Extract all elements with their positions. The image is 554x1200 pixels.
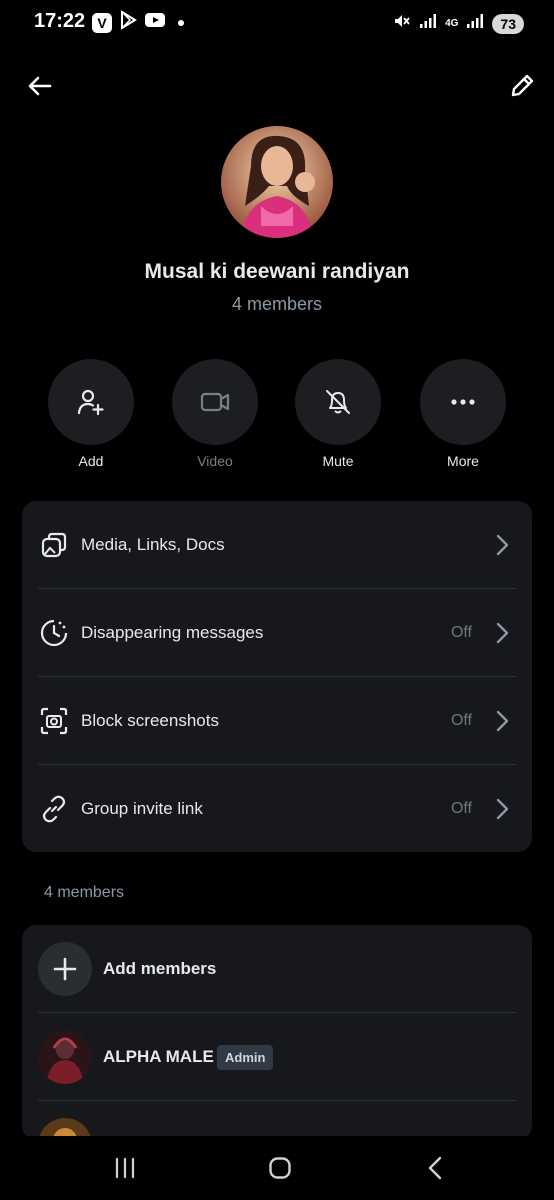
edit-button[interactable]	[504, 68, 540, 104]
chevron-right-icon	[492, 622, 512, 644]
add-action-circle[interactable]	[48, 359, 134, 445]
mute-icon	[393, 12, 411, 35]
add-action-button[interactable]: Add	[48, 359, 134, 469]
system-nav-bar	[0, 1136, 554, 1200]
screenshot-camera-icon	[38, 705, 70, 737]
row-value: Off	[450, 624, 472, 641]
member-row[interactable]: ALPHA MALE Admin	[22, 1013, 532, 1101]
plus-icon	[53, 957, 77, 981]
group-invite-link-row[interactable]: Group invite link Off	[22, 765, 532, 853]
member-avatar	[38, 1030, 92, 1084]
back-button[interactable]	[22, 68, 58, 104]
signal-icon	[419, 13, 437, 34]
add-members-row[interactable]: Add members	[22, 925, 532, 1013]
youtube-icon	[144, 11, 166, 34]
recent-apps-button[interactable]	[105, 1152, 145, 1184]
back-chevron-icon	[428, 1156, 442, 1180]
action-label: More	[447, 453, 479, 469]
row-label: Block screenshots	[81, 711, 219, 730]
chevron-right-icon	[492, 710, 512, 732]
action-label: Add	[78, 453, 104, 469]
video-action-circle[interactable]	[172, 359, 258, 445]
add-members-circle	[38, 942, 92, 996]
action-label: Mute	[322, 453, 354, 469]
4g-icon: 4G	[445, 17, 459, 29]
bell-off-icon	[326, 390, 350, 414]
recent-apps-icon	[115, 1157, 135, 1179]
signal-icon	[466, 13, 484, 34]
row-label: Disappearing messages	[81, 623, 264, 642]
battery-indicator: 73	[492, 13, 524, 34]
home-icon	[269, 1157, 291, 1179]
row-label: Group invite link	[81, 799, 203, 818]
more-action-button[interactable]: More	[420, 359, 506, 469]
mute-action-circle[interactable]	[295, 359, 381, 445]
more-dots-icon	[451, 399, 475, 405]
members-card: Add members ALPHA MALE Admin	[22, 925, 532, 1140]
play-store-icon	[118, 10, 138, 35]
video-action-button[interactable]: Video	[172, 359, 258, 469]
group-avatar[interactable]	[221, 126, 333, 238]
status-time: 17:22	[34, 10, 86, 32]
chevron-right-icon	[492, 534, 512, 556]
chevron-right-icon	[492, 798, 512, 820]
back-arrow-icon	[28, 76, 52, 96]
mute-action-button[interactable]: Mute	[295, 359, 381, 469]
member-name: ALPHA MALE	[103, 1047, 214, 1066]
add-person-icon	[77, 389, 104, 416]
settings-card: Media, Links, Docs Disappearing messages…	[22, 501, 532, 852]
status-left-icons: V	[92, 10, 184, 35]
disappearing-messages-row[interactable]: Disappearing messages Off	[22, 589, 532, 677]
row-value: Off	[450, 712, 472, 729]
group-member-count: 4 members	[231, 294, 323, 314]
block-screenshots-row[interactable]: Block screenshots Off	[22, 677, 532, 765]
media-stack-icon	[38, 529, 70, 561]
status-bar: 17:22 V 4G 73	[0, 0, 554, 44]
group-title: Musal ki deewani randiyan	[144, 260, 410, 283]
timer-icon	[38, 617, 70, 649]
back-nav-button[interactable]	[415, 1152, 455, 1184]
link-icon	[38, 793, 70, 825]
home-button[interactable]	[260, 1152, 300, 1184]
members-heading: 4 members	[44, 884, 125, 901]
media-links-docs-row[interactable]: Media, Links, Docs	[22, 501, 532, 589]
pencil-icon	[511, 74, 534, 97]
member-row-partial[interactable]	[22, 1101, 532, 1140]
admin-badge: Admin	[217, 1044, 274, 1070]
status-right-icons: 4G 73	[393, 12, 524, 35]
v-app-icon: V	[92, 12, 112, 33]
action-label: Video	[197, 453, 233, 469]
row-label: Media, Links, Docs	[81, 535, 225, 554]
action-row: Add Video Mute More	[48, 359, 506, 471]
more-action-circle[interactable]	[420, 359, 506, 445]
notification-dot	[178, 19, 184, 26]
row-value: Off	[450, 800, 472, 817]
video-camera-icon	[200, 392, 230, 412]
add-members-label: Add members	[103, 959, 217, 978]
